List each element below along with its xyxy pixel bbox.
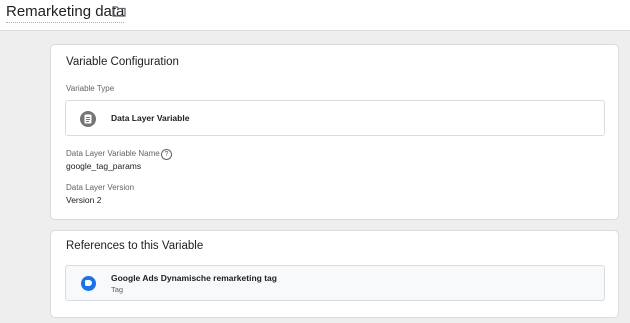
reference-item-name: Google Ads Dynamische remarketing tag — [111, 273, 277, 283]
page-title[interactable]: Remarketing data — [6, 3, 125, 23]
references-card: References to this Variable Google Ads D… — [50, 230, 619, 318]
google-ads-tag-icon — [81, 276, 96, 291]
reference-item-type: Tag — [111, 285, 124, 294]
folder-icon[interactable] — [112, 5, 126, 17]
header-bar: Remarketing data — [0, 0, 630, 31]
help-icon[interactable]: ? — [161, 149, 172, 160]
data-layer-version-label: Data Layer Version — [66, 183, 135, 192]
variable-type-box[interactable]: Data Layer Variable — [65, 100, 605, 136]
data-layer-version-value: Version 2 — [66, 195, 102, 205]
data-layer-variable-name-label: Data Layer Variable Name — [66, 149, 160, 158]
variable-configuration-title: Variable Configuration — [66, 56, 179, 68]
reference-item[interactable]: Google Ads Dynamische remarketing tag Ta… — [65, 265, 605, 301]
variable-type-value: Data Layer Variable — [111, 113, 190, 123]
data-layer-variable-icon — [80, 111, 96, 127]
references-title: References to this Variable — [66, 240, 204, 252]
variable-type-label: Variable Type — [66, 84, 115, 93]
variable-configuration-card[interactable]: Variable Configuration Variable Type Dat… — [50, 44, 619, 220]
data-layer-variable-name-value: google_tag_params — [66, 161, 142, 171]
